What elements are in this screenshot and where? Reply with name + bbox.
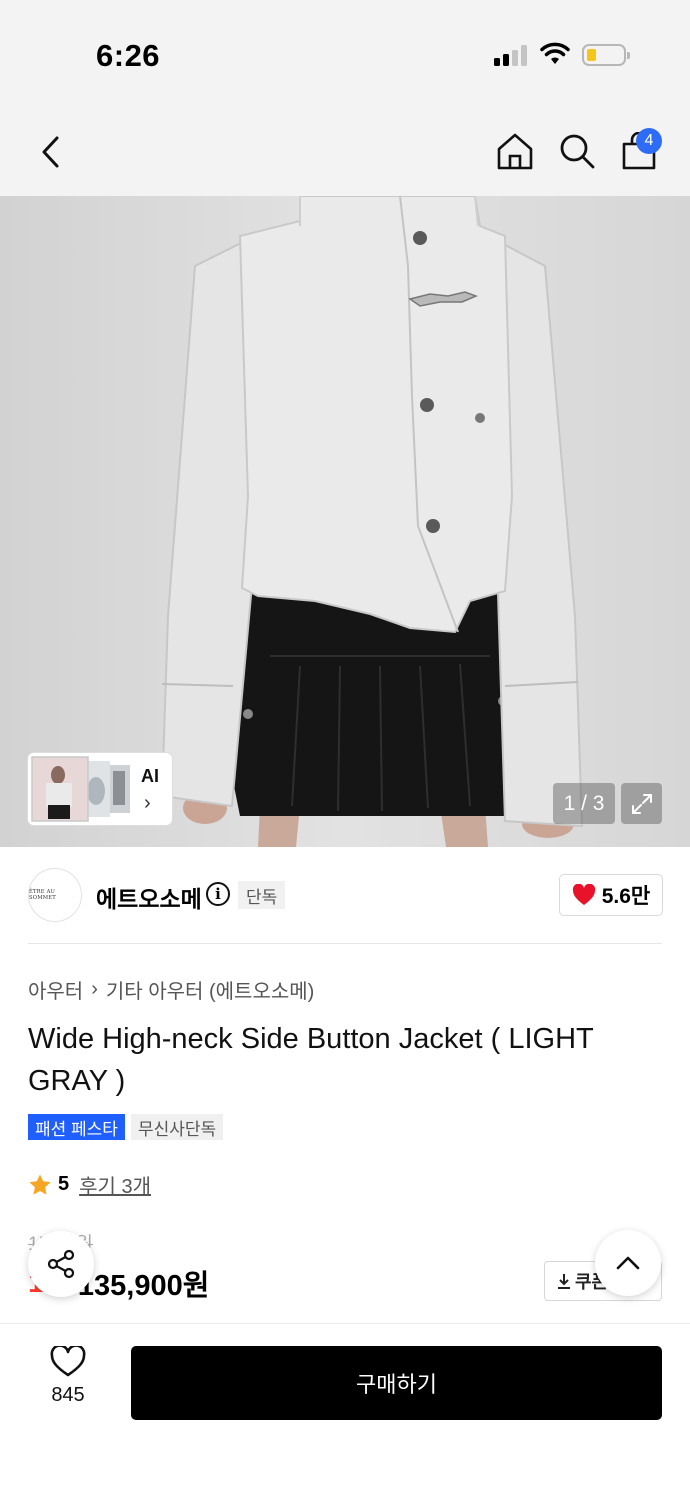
divider [28,943,662,944]
brand-like-button[interactable]: 5.6만 [559,874,663,916]
ai-label: AI [141,766,159,786]
share-button[interactable] [28,1231,94,1297]
chevron-right-icon: › [91,978,98,1000]
lookbook-thumbnail-images [31,756,130,822]
musinsa-exclusive-tag: 무신사단독 [131,1114,224,1140]
exclusive-badge: 단독 [238,881,286,909]
share-icon [47,1249,75,1279]
breadcrumb-category[interactable]: 아우터 [28,975,83,1004]
cart-count-badge: 4 [636,128,662,154]
rating-row: 5 후기 3개 [28,1170,151,1199]
brand-like-count: 5.6만 [601,885,651,908]
breadcrumb-subcategory[interactable]: 기타 아우터 (에트오소메) [106,975,314,1004]
buy-button[interactable]: 구매하기 [131,1346,662,1420]
breadcrumb: 아우터 › 기타 아우터 (에트오소메) [28,975,314,1004]
download-icon [558,1274,570,1289]
status-bar: 6:26 [0,0,690,100]
wifi-icon [540,42,570,64]
brand-logo-text: ÊTRE AU SOMMET [29,889,56,901]
back-button[interactable] [32,130,68,174]
top-nav-bar [0,100,690,196]
brand-name[interactable]: 에트오소메 [96,880,202,914]
product-title: Wide High-neck Side Button Jacket ( LIGH… [28,1023,594,1097]
brand-logo[interactable]: ÊTRE AU SOMMET [28,868,82,922]
scroll-to-top-button[interactable] [595,1230,661,1296]
status-time: 6:26 [96,38,161,73]
rating-score: 5 [58,1173,70,1195]
chevron-up-icon [616,1256,640,1270]
review-count-link[interactable]: 후기 3개 [79,1170,151,1199]
home-icon [497,133,533,170]
product-image-gallery[interactable] [0,196,690,847]
heart-filled-icon [572,884,595,905]
wishlist-button[interactable]: 845 [36,1346,100,1407]
sale-price: 135,900원 [77,1270,210,1302]
star-icon [29,1174,51,1195]
wishlist-count: 845 [51,1384,85,1406]
battery-icon [582,44,630,66]
image-pager: 1 / 3 [553,783,615,824]
heart-outline-icon [50,1346,86,1377]
chevron-left-icon [42,136,59,168]
cellular-signal-icon [494,44,528,66]
expand-icon [631,793,652,814]
chevron-right-icon: › [144,792,151,814]
fashion-festa-tag: 패션 페스타 [28,1114,125,1140]
search-icon [560,134,595,169]
home-button[interactable] [494,130,536,172]
info-icon[interactable]: i [206,882,230,906]
fullscreen-button[interactable] [621,783,662,824]
product-photo [0,196,690,847]
search-button[interactable] [556,130,598,172]
